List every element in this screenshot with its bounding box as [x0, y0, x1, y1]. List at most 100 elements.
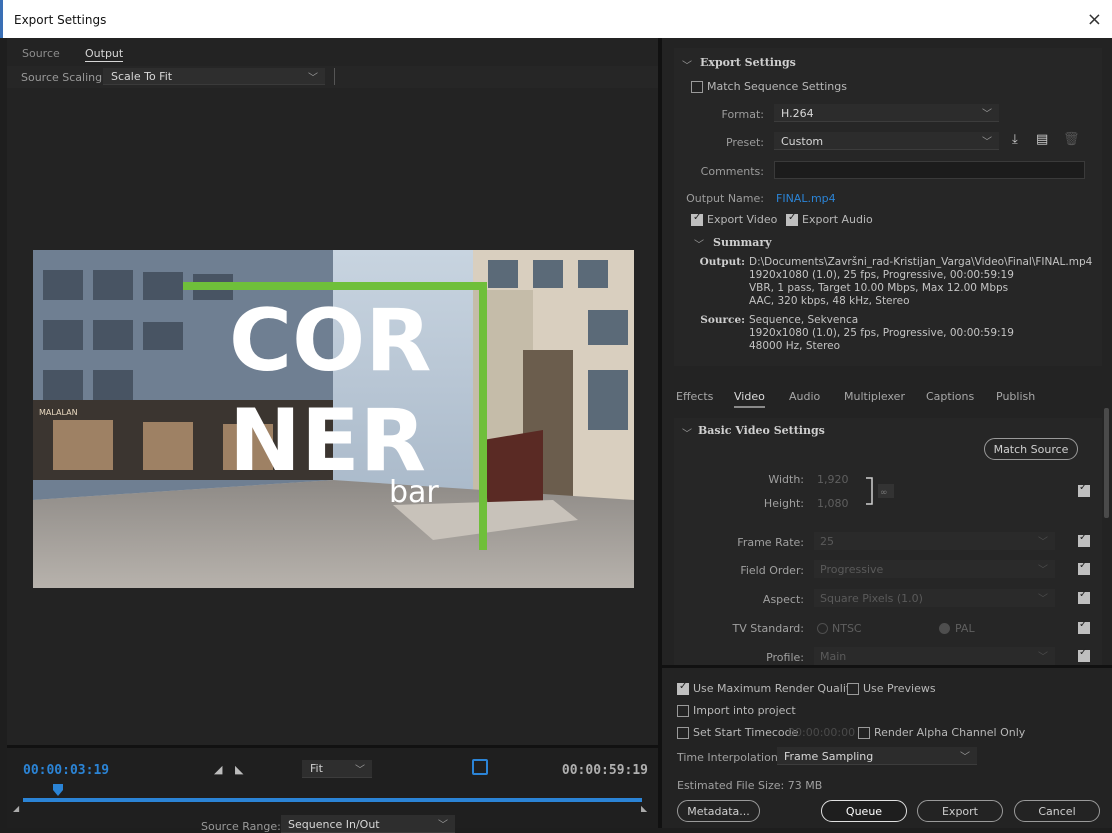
chevron-down-icon: ﹀	[438, 820, 448, 831]
tv-standard-checkbox[interactable]	[1078, 619, 1090, 634]
preset-dropdown[interactable]: Custom ﹀	[774, 132, 999, 150]
frame-rate-dropdown[interactable]: 25 ﹀	[814, 532, 1055, 550]
export-settings-header[interactable]: Export Settings	[700, 56, 796, 69]
tab-effects[interactable]: Effects	[676, 390, 713, 403]
shop-sign-text: MALALAN	[39, 408, 78, 417]
frame-rate-value: 25	[820, 535, 834, 548]
summary-output-key: Output:	[699, 256, 745, 268]
use-previews-label: Use Previews	[863, 682, 936, 695]
aspect-checkbox[interactable]	[1078, 589, 1090, 604]
tab-captions[interactable]: Captions	[926, 390, 974, 403]
in-point-icon[interactable]: ◢	[13, 804, 19, 813]
tab-publish[interactable]: Publish	[996, 390, 1035, 403]
ntsc-radio[interactable]	[817, 623, 828, 634]
current-timecode[interactable]: 00:00:03:19	[23, 763, 109, 778]
export-video-checkbox[interactable]	[691, 212, 703, 226]
summary-output-line: VBR, 1 pass, Target 10.00 Mbps, Max 12.0…	[749, 282, 1009, 294]
export-audio-checkbox[interactable]	[786, 212, 798, 226]
tab-multiplexer[interactable]: Multiplexer	[844, 390, 905, 403]
queue-button[interactable]: Queue	[821, 800, 907, 822]
close-icon[interactable]: ×	[1087, 9, 1102, 30]
output-name-link[interactable]: FINAL.mp4	[776, 192, 836, 205]
settings-scrollbar[interactable]	[1104, 408, 1109, 518]
summary-block: Output: D:\Documents\Završni_rad-Kristij…	[695, 256, 1095, 355]
aspect-label: Aspect:	[762, 593, 804, 606]
time-interpolation-dropdown[interactable]: Frame Sampling ﹀	[777, 747, 977, 765]
out-point-icon[interactable]: ◣	[641, 804, 647, 813]
export-audio-label: Export Audio	[802, 213, 873, 226]
use-previews-checkbox[interactable]	[847, 683, 859, 695]
field-order-dropdown[interactable]: Progressive ﹀	[814, 560, 1055, 578]
chevron-down-icon: ﹀	[1038, 565, 1048, 576]
metadata-button[interactable]: Metadata...	[677, 800, 760, 822]
profile-checkbox[interactable]	[1078, 647, 1090, 662]
tab-source[interactable]: Source	[22, 47, 60, 60]
source-scaling-dropdown[interactable]: Scale To Fit ﹀	[103, 68, 325, 85]
summary-source-line: 48000 Hz, Stereo	[749, 340, 841, 352]
delete-preset-icon[interactable]: 🗑	[1063, 132, 1080, 147]
summary-source-line: 1920x1080 (1.0), 25 fps, Progressive, 00…	[749, 327, 1014, 339]
match-source-button[interactable]: Match Source	[984, 438, 1078, 460]
link-dimensions-icon[interactable]: ∞	[864, 476, 904, 506]
aspect-toggle-icon[interactable]	[472, 759, 488, 775]
chevron-down-icon: ﹀	[1038, 652, 1048, 663]
ntsc-label: NTSC	[832, 622, 862, 635]
summary-source-line: Sequence, Sekvenca	[749, 314, 859, 326]
chevron-down-icon: ﹀	[982, 109, 992, 120]
chevron-down-icon: ﹀	[960, 752, 970, 763]
summary-header[interactable]: Summary	[713, 236, 772, 249]
summary-output: Output: D:\Documents\Završni_rad-Kristij…	[695, 256, 1095, 308]
basic-video-header[interactable]: Basic Video Settings	[698, 424, 825, 437]
save-preset-icon[interactable]: ⤓	[1012, 132, 1018, 147]
source-output-tabs: Source Output	[7, 38, 658, 66]
summary-output-line: D:\Documents\Završni_rad-Kristijan_Varga…	[749, 256, 1093, 268]
max-render-label: Use Maximum Render Quality	[693, 682, 857, 695]
mark-in-icon[interactable]: ◢	[214, 763, 222, 776]
cancel-button[interactable]: Cancel	[1014, 800, 1100, 822]
time-interpolation-label: Time Interpolation:	[677, 751, 782, 764]
profile-dropdown[interactable]: Main ﹀	[814, 647, 1055, 665]
chevron-down-icon: ﹀	[1038, 594, 1048, 605]
import-project-checkbox[interactable]	[677, 705, 689, 717]
timeline-bar[interactable]	[23, 798, 642, 802]
width-value[interactable]: 1,920	[817, 473, 849, 486]
import-preset-icon[interactable]: ▤	[1036, 132, 1048, 147]
start-timecode-checkbox[interactable]	[677, 727, 689, 739]
tab-video[interactable]: Video	[734, 390, 765, 408]
mark-out-icon[interactable]: ◣	[235, 763, 243, 776]
start-timecode-value[interactable]: 00:00:00:00	[788, 726, 855, 739]
export-button[interactable]: Export	[917, 800, 1003, 822]
match-sequence-checkbox[interactable]	[691, 81, 703, 93]
video-preview: MALALAN COR NER bar	[33, 250, 634, 588]
tab-output[interactable]: Output	[85, 47, 124, 62]
preset-value: Custom	[781, 135, 824, 148]
source-scaling-label: Source Scaling:	[21, 71, 106, 84]
field-order-checkbox[interactable]	[1078, 560, 1090, 575]
frame-rate-checkbox[interactable]	[1078, 532, 1090, 547]
comments-field[interactable]	[774, 161, 1085, 179]
title-bar: Export Settings ×	[0, 0, 1112, 38]
summary-output-line: 1920x1080 (1.0), 25 fps, Progressive, 00…	[749, 269, 1014, 281]
svg-text:∞: ∞	[880, 488, 888, 498]
window-title: Export Settings	[14, 13, 107, 27]
render-alpha-checkbox[interactable]	[858, 727, 870, 739]
width-height-checkbox[interactable]	[1078, 482, 1090, 497]
settings-tabs: Effects Video Audio Multiplexer Captions…	[662, 386, 1112, 412]
format-dropdown[interactable]: H.264 ﹀	[774, 104, 999, 122]
playhead-icon[interactable]	[52, 784, 63, 796]
start-timecode-label: Set Start Timecode	[693, 726, 799, 739]
render-alpha-label: Render Alpha Channel Only	[874, 726, 1026, 739]
export-options: Use Maximum Render Quality Use Previews …	[662, 665, 1112, 828]
comments-label: Comments:	[700, 165, 764, 178]
zoom-dropdown[interactable]: Fit ﹀	[302, 760, 372, 778]
tab-audio[interactable]: Audio	[789, 390, 820, 403]
summary-output-line: AAC, 320 kbps, 48 kHz, Stereo	[749, 295, 910, 307]
max-render-checkbox[interactable]	[677, 681, 689, 695]
source-range-dropdown[interactable]: Sequence In/Out ﹀	[281, 815, 455, 833]
duration-timecode: 00:00:59:19	[561, 763, 648, 778]
zoom-value: Fit	[310, 762, 323, 775]
field-order-value: Progressive	[820, 563, 884, 576]
aspect-dropdown[interactable]: Square Pixels (1.0) ﹀	[814, 589, 1055, 607]
pal-radio[interactable]	[939, 623, 950, 634]
height-value[interactable]: 1,080	[817, 497, 849, 510]
